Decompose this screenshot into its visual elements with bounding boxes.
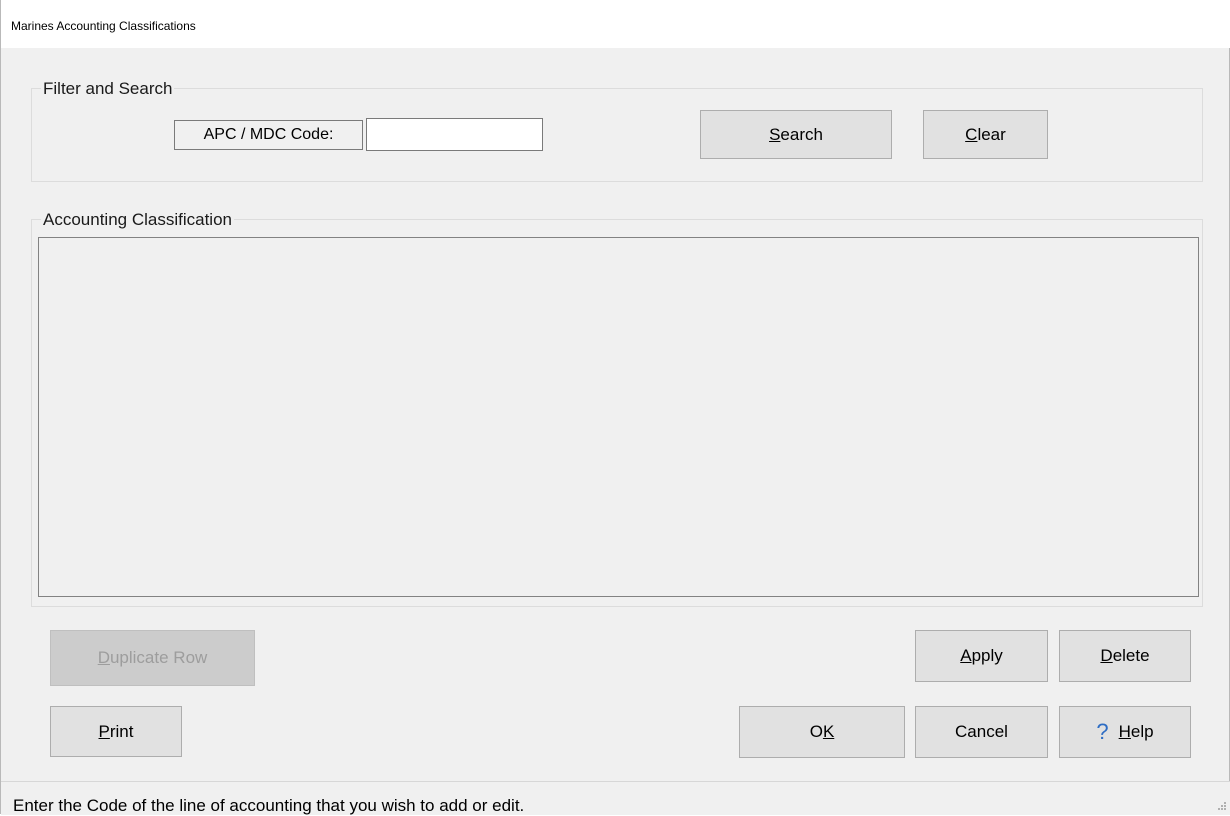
ok-label: O — [809, 722, 823, 741]
ok-button[interactable]: OK — [739, 706, 905, 758]
status-text: Enter the Code of the line of accounting… — [13, 796, 525, 815]
search-button-mnemonic: S — [769, 124, 781, 144]
search-button-label: earch — [780, 124, 823, 144]
cancel-button[interactable]: Cancel — [915, 706, 1048, 758]
print-label: rint — [109, 721, 134, 741]
window-title: Marines Accounting Classifications — [11, 19, 196, 33]
apply-label: pply — [971, 646, 1003, 665]
help-label: elp — [1130, 722, 1154, 741]
cancel-label: Cancel — [955, 722, 1008, 741]
help-mnemonic: H — [1118, 722, 1131, 741]
clear-button-mnemonic: C — [965, 124, 978, 144]
resize-grip-icon[interactable] — [1215, 799, 1227, 811]
filter-search-group-title: Filter and Search — [41, 79, 175, 99]
help-button[interactable]: ? Help — [1059, 706, 1191, 758]
apc-mdc-code-label: APC / MDC Code: — [174, 120, 363, 150]
clear-button[interactable]: Clear — [923, 110, 1048, 159]
apply-button[interactable]: Apply — [915, 630, 1048, 682]
duplicate-row-mnemonic: D — [97, 648, 110, 667]
delete-label: elete — [1112, 646, 1150, 665]
delete-button[interactable]: Delete — [1059, 630, 1191, 682]
print-mnemonic: P — [98, 721, 110, 741]
print-button[interactable]: Print — [50, 706, 182, 757]
ok-mnemonic: K — [822, 722, 835, 741]
apc-mdc-code-label-text: APC / MDC Code: — [203, 126, 334, 143]
status-bar: Enter the Code of the line of accounting… — [1, 781, 1230, 815]
duplicate-row-label: uplicate Row — [109, 648, 208, 667]
accounting-classification-group-title: Accounting Classification — [41, 210, 234, 230]
search-button[interactable]: Search — [700, 110, 892, 159]
accounting-classification-list[interactable] — [38, 237, 1199, 597]
duplicate-row-button[interactable]: Duplicate Row — [50, 630, 255, 686]
accounting-classifications-window: Marines Accounting Classifications Filte… — [0, 0, 1230, 815]
apply-mnemonic: A — [960, 646, 972, 665]
apc-mdc-code-input[interactable] — [366, 118, 543, 151]
help-question-icon: ? — [1096, 719, 1109, 744]
delete-mnemonic: D — [1100, 646, 1113, 665]
clear-button-label: lear — [977, 124, 1006, 144]
title-bar: Marines Accounting Classifications — [1, 0, 1230, 48]
